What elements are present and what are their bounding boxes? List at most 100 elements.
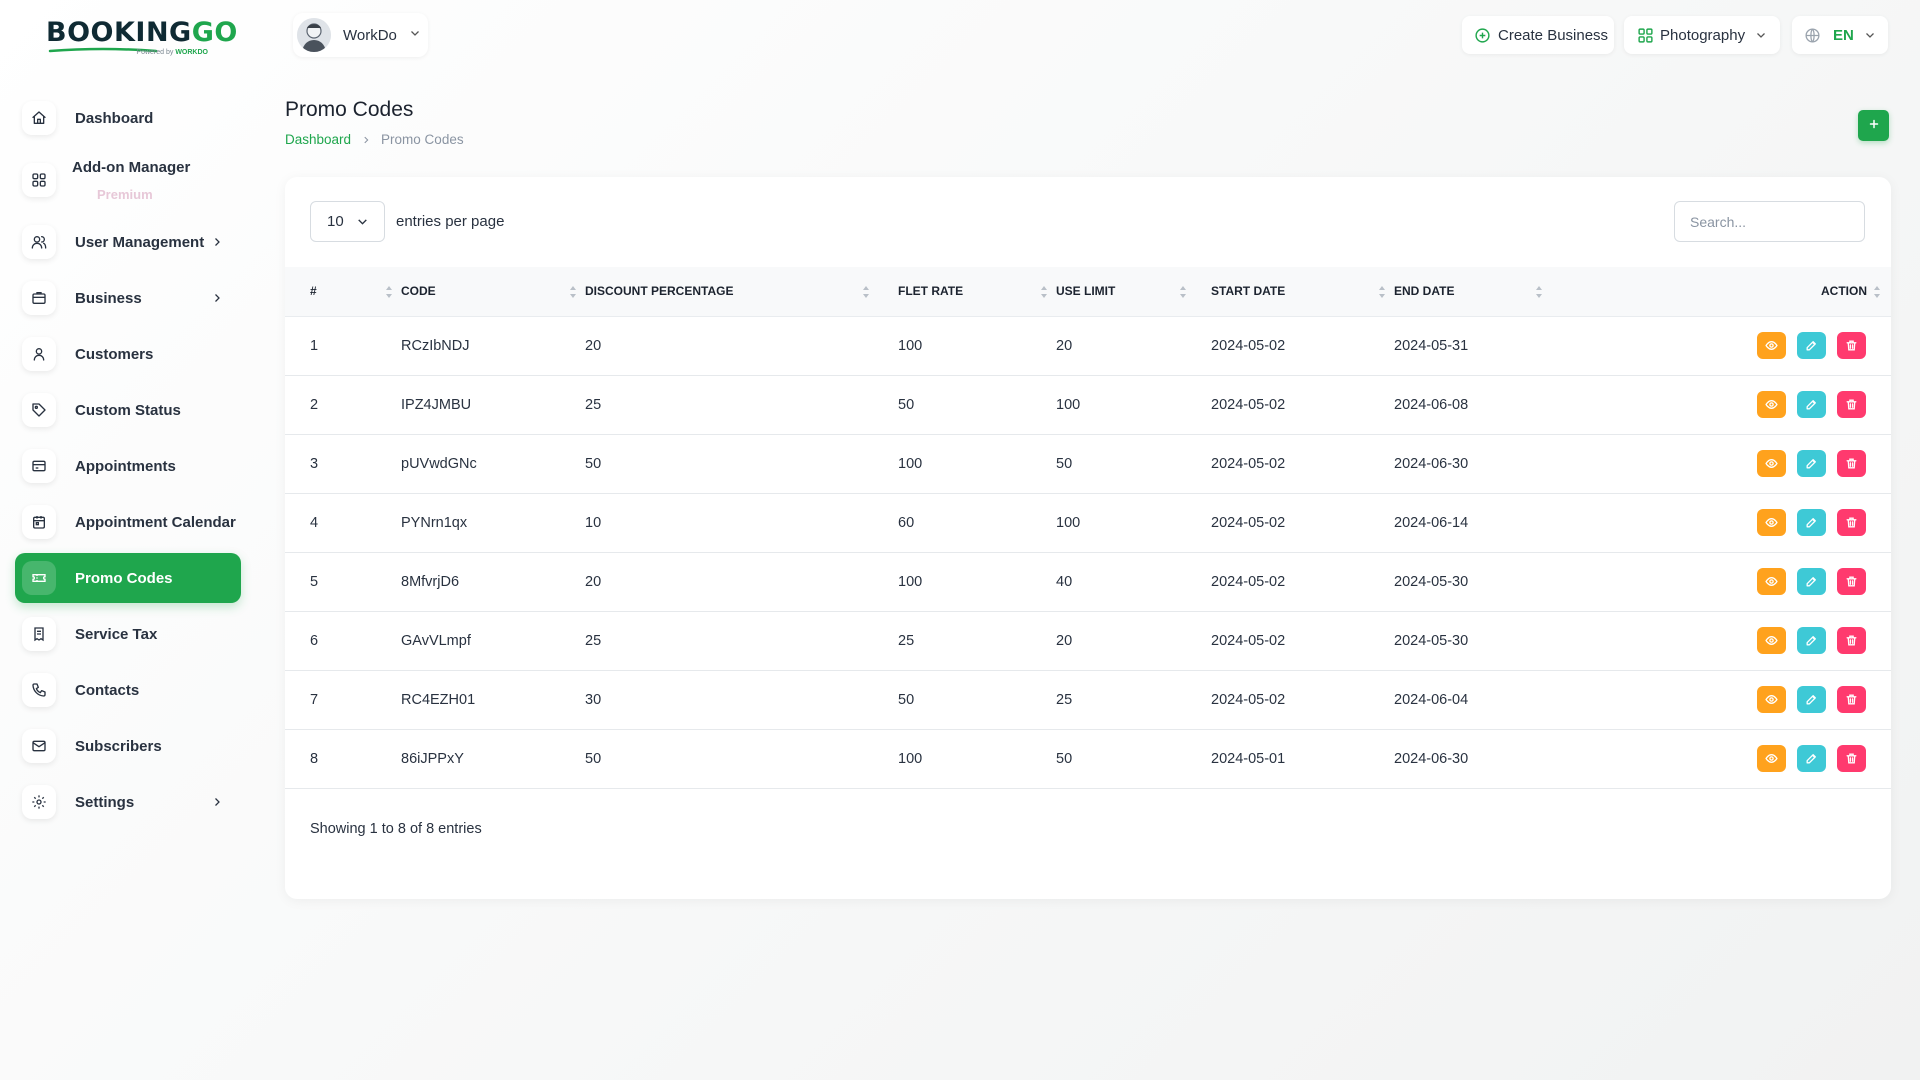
- sidebar-item-service-tax[interactable]: Service Tax: [15, 609, 241, 659]
- action-cell: [1551, 434, 1891, 494]
- delete-button[interactable]: [1837, 686, 1866, 713]
- language-select[interactable]: EN: [1792, 16, 1888, 54]
- sidebar-item-settings[interactable]: Settings: [15, 777, 241, 827]
- brand-logo[interactable]: BOOKINGGO Powered by WORKDO: [46, 16, 237, 62]
- row-number: 1: [285, 316, 401, 376]
- view-button[interactable]: [1757, 509, 1786, 536]
- column-header-flet-rate[interactable]: FLET RATE: [898, 267, 1056, 317]
- flet-rate-cell: 25: [898, 611, 1056, 671]
- page-title: Promo Codes: [285, 98, 414, 121]
- entries-value: 10: [327, 213, 344, 230]
- delete-button[interactable]: [1837, 568, 1866, 595]
- entries-per-page-select[interactable]: 10: [310, 201, 385, 242]
- logo-text-go: GO: [191, 17, 238, 48]
- table-row: 7 RC4EZH01 30 50 25 2024-05-02 2024-06-04: [285, 670, 1891, 730]
- column-header-start-date[interactable]: START DATE: [1211, 267, 1394, 317]
- edit-button[interactable]: [1797, 391, 1826, 418]
- sort-icon: [1179, 285, 1187, 299]
- sidebar-item-customers[interactable]: Customers: [15, 329, 241, 379]
- sidebar-item-custom-status[interactable]: Custom Status: [15, 385, 241, 435]
- business-select[interactable]: Photography: [1624, 16, 1780, 54]
- edit-button[interactable]: [1797, 745, 1826, 772]
- column-header-end-date[interactable]: END DATE: [1394, 267, 1551, 317]
- action-cell: [1551, 552, 1891, 612]
- trash-icon: [1845, 752, 1858, 765]
- column-header-number[interactable]: #: [285, 267, 401, 317]
- row-actions: [1551, 332, 1891, 359]
- view-button[interactable]: [1757, 745, 1786, 772]
- edit-button[interactable]: [1797, 627, 1826, 654]
- start-date-cell: 2024-05-02: [1211, 552, 1394, 612]
- delete-button[interactable]: [1837, 450, 1866, 477]
- code-cell: RCzIbNDJ: [401, 316, 585, 376]
- chevron-right-icon: [211, 795, 223, 813]
- table-row: 6 GAvVLmpf 25 25 20 2024-05-02 2024-05-30: [285, 611, 1891, 671]
- delete-button[interactable]: [1837, 332, 1866, 359]
- sidebar-item-user-management[interactable]: User Management: [15, 217, 241, 267]
- column-header-code[interactable]: CODE: [401, 267, 585, 317]
- sidebar-item-subscribers[interactable]: Subscribers: [15, 721, 241, 771]
- eye-icon: [1765, 339, 1778, 352]
- edit-button[interactable]: [1797, 568, 1826, 595]
- sidebar-item-label: Settings: [75, 793, 135, 811]
- start-date-cell: 2024-05-01: [1211, 729, 1394, 789]
- edit-button[interactable]: [1797, 450, 1826, 477]
- plus-circle-icon: [1474, 27, 1491, 44]
- sidebar-item-appointment-calendar[interactable]: Appointment Calendar: [15, 497, 241, 547]
- delete-button[interactable]: [1837, 745, 1866, 772]
- eye-icon: [1765, 398, 1778, 411]
- flet-rate-cell: 100: [898, 316, 1056, 376]
- flet-rate-cell: 50: [898, 670, 1056, 730]
- column-header-discount-percentage[interactable]: DISCOUNT PERCENTAGE: [585, 267, 898, 317]
- row-actions: [1551, 450, 1891, 477]
- sidebar-item-appointments[interactable]: Appointments: [15, 441, 241, 491]
- discount-cell: 10: [585, 493, 898, 553]
- column-header-use-limit[interactable]: USE LIMIT: [1056, 267, 1211, 317]
- chevron-right-icon: [211, 235, 223, 253]
- table-row: 4 PYNrn1qx 10 60 100 2024-05-02 2024-06-14: [285, 493, 1891, 553]
- code-cell: RC4EZH01: [401, 670, 585, 730]
- row-number: 5: [285, 552, 401, 612]
- delete-button[interactable]: [1837, 391, 1866, 418]
- table-info: Showing 1 to 8 of 8 entries: [310, 821, 482, 837]
- column-header-action[interactable]: ACTION: [1551, 267, 1891, 317]
- view-button[interactable]: [1757, 332, 1786, 359]
- discount-cell: 20: [585, 552, 898, 612]
- sidebar-item-dashboard[interactable]: Dashboard: [15, 93, 241, 143]
- discount-cell: 30: [585, 670, 898, 730]
- breadcrumb-dashboard-link[interactable]: Dashboard: [285, 132, 351, 147]
- use-limit-cell: 50: [1056, 434, 1211, 494]
- view-button[interactable]: [1757, 627, 1786, 654]
- search-input[interactable]: [1674, 201, 1865, 242]
- edit-button[interactable]: [1797, 332, 1826, 359]
- view-button[interactable]: [1757, 568, 1786, 595]
- sidebar-item-label: Custom Status: [75, 401, 181, 419]
- row-actions: [1551, 627, 1891, 654]
- sidebar-item-contacts[interactable]: Contacts: [15, 665, 241, 715]
- delete-button[interactable]: [1837, 627, 1866, 654]
- start-date-cell: 2024-05-02: [1211, 434, 1394, 494]
- view-button[interactable]: [1757, 391, 1786, 418]
- user-menu[interactable]: WorkDo: [293, 13, 428, 57]
- logo-powered-brand: WORKDO: [175, 49, 208, 56]
- eye-icon: [1765, 457, 1778, 470]
- pencil-icon: [1805, 752, 1818, 765]
- action-cell: [1551, 316, 1891, 376]
- use-limit-cell: 100: [1056, 375, 1211, 435]
- create-business-button[interactable]: Create Business: [1462, 16, 1614, 54]
- view-button[interactable]: [1757, 450, 1786, 477]
- row-actions: [1551, 568, 1891, 595]
- sidebar-item-addon-manager[interactable]: Add-on Manager Premium: [15, 149, 241, 211]
- sidebar-item-promo-codes[interactable]: Promo Codes: [15, 553, 241, 603]
- promo-codes-card: 10 entries per page # CODE DISCOUNT PERC…: [285, 177, 1891, 899]
- end-date-cell: 2024-06-08: [1394, 375, 1551, 435]
- sidebar-item-business[interactable]: Business: [15, 273, 241, 323]
- add-promo-code-button[interactable]: [1858, 110, 1889, 141]
- view-button[interactable]: [1757, 686, 1786, 713]
- edit-button[interactable]: [1797, 686, 1826, 713]
- edit-button[interactable]: [1797, 509, 1826, 536]
- delete-button[interactable]: [1837, 509, 1866, 536]
- discount-cell: 50: [585, 729, 898, 789]
- use-limit-cell: 50: [1056, 729, 1211, 789]
- briefcase-icon: [22, 281, 56, 315]
